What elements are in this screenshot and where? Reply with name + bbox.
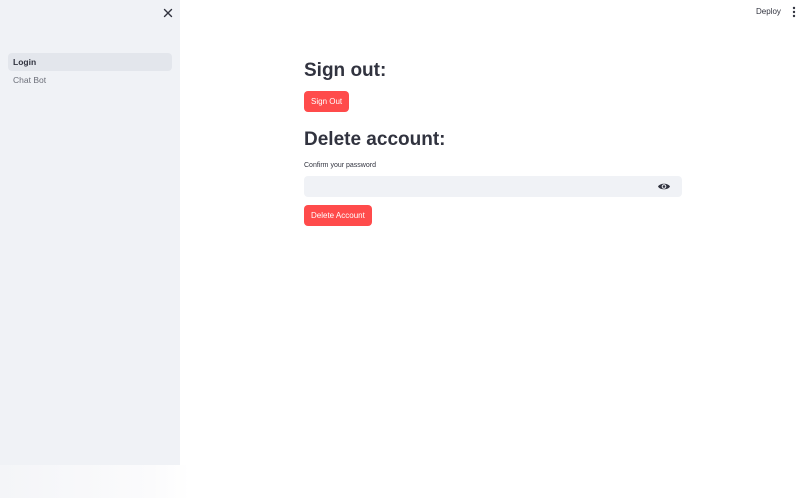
password-field-container bbox=[304, 176, 682, 197]
sidebar-item-login[interactable]: Login bbox=[8, 53, 172, 71]
deploy-button[interactable]: Deploy bbox=[752, 4, 785, 20]
kebab-menu-icon bbox=[792, 6, 796, 18]
sidebar: Login Chat Bot bbox=[0, 0, 180, 465]
close-icon bbox=[163, 8, 173, 18]
confirm-password-label: Confirm your password bbox=[304, 162, 376, 169]
confirm-password-input[interactable] bbox=[304, 176, 654, 197]
app-root: Login Chat Bot Deploy Sign out: Sign Out… bbox=[0, 0, 806, 498]
show-password-button[interactable] bbox=[657, 180, 671, 193]
main-menu-button[interactable] bbox=[789, 5, 799, 19]
eye-icon bbox=[658, 183, 670, 190]
sign-out-heading: Sign out: bbox=[304, 60, 387, 81]
delete-account-heading: Delete account: bbox=[304, 129, 446, 150]
close-sidebar-button[interactable] bbox=[160, 5, 176, 21]
sidebar-item-chat-bot[interactable]: Chat Bot bbox=[8, 71, 172, 89]
sign-out-button[interactable]: Sign Out bbox=[304, 91, 350, 112]
sidebar-bottom-fade bbox=[0, 465, 190, 498]
delete-account-button[interactable]: Delete Account bbox=[304, 205, 372, 226]
